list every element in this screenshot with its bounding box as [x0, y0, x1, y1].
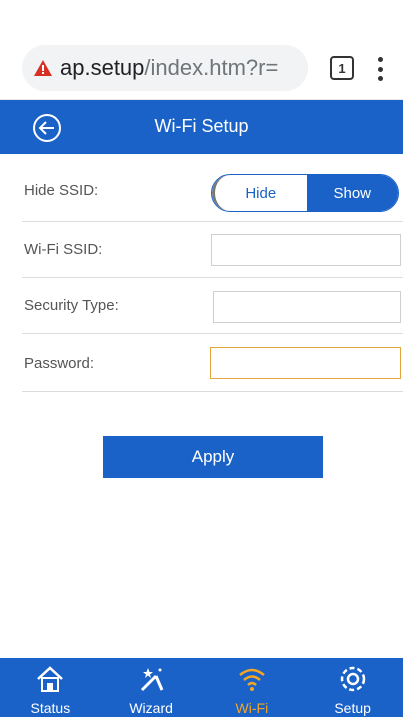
warning-triangle-icon[interactable] — [34, 60, 52, 76]
address-bar[interactable]: ap.setup/index.htm?r= — [22, 45, 308, 91]
overflow-menu-icon[interactable] — [372, 54, 388, 84]
nav-item-wifi[interactable]: Wi-Fi — [202, 658, 303, 717]
url-path: /index.htm?r= — [144, 55, 279, 80]
gear-icon — [340, 666, 365, 692]
show-option[interactable]: Show — [306, 175, 398, 211]
hide-option[interactable]: Hide — [212, 175, 307, 211]
bottom-nav: Status Wizard Wi-Fi Setup — [0, 658, 403, 717]
password-input[interactable] — [210, 347, 401, 379]
home-icon — [37, 666, 64, 692]
security-type-label: Security Type: — [24, 297, 119, 314]
nav-item-setup[interactable]: Setup — [302, 658, 403, 717]
nav-label-wifi: Wi-Fi — [235, 700, 269, 716]
nav-item-status[interactable]: Status — [0, 658, 101, 717]
url-host: ap.setup — [60, 55, 145, 80]
nav-label-wizard: Wizard — [129, 700, 173, 716]
hide-ssid-label: Hide SSID: — [24, 182, 99, 199]
browser-toolbar: ap.setup/index.htm?r= 1 — [0, 0, 403, 100]
apply-button[interactable]: Apply — [103, 436, 323, 478]
nav-label-status: Status — [30, 700, 71, 716]
nav-item-wizard[interactable]: Wizard — [101, 658, 202, 717]
wifi-ssid-input[interactable] — [211, 234, 401, 266]
nav-label-setup: Setup — [334, 700, 371, 716]
app-header: Wi-Fi Setup — [0, 100, 403, 154]
hide-ssid-toggle[interactable]: Hide Show — [211, 174, 399, 212]
magic-wand-icon — [141, 668, 164, 692]
password-label: Password: — [24, 355, 95, 372]
security-type-input[interactable] — [213, 291, 401, 323]
wifi-icon — [239, 668, 265, 691]
wifi-ssid-label: Wi-Fi SSID: — [24, 241, 103, 258]
tab-count: 1 — [338, 60, 346, 76]
page-title: Wi-Fi Setup — [154, 116, 249, 136]
tab-switcher-button[interactable]: 1 — [330, 56, 354, 80]
